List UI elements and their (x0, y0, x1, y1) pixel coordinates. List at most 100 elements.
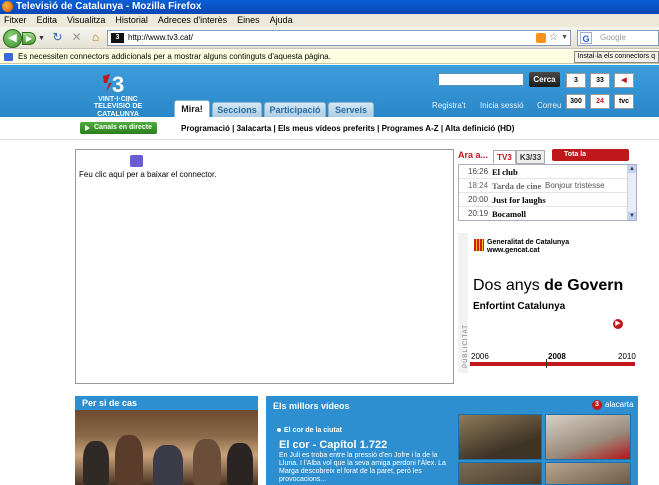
channel-24-label: 24 (596, 98, 604, 105)
ad-year-start: 2006 (471, 352, 489, 361)
menu-file[interactable]: Fitxer (4, 14, 27, 27)
channel-k3-label: ◀ (621, 77, 627, 84)
per-si-de-cas-image[interactable] (75, 410, 258, 485)
install-plugins-button[interactable]: Instal·la els connectors q (573, 51, 659, 63)
address-dropdown-icon[interactable]: ▼ (561, 31, 568, 45)
tab-serveis[interactable]: Serveis (328, 102, 374, 117)
site-search-input[interactable] (438, 73, 524, 86)
generalitat-logo-icon (474, 239, 484, 251)
video-kicker: El cor de la ciutat (277, 427, 342, 434)
scroll-down-icon[interactable]: ▼ (628, 212, 636, 220)
guide-row[interactable]: 18:24 Tarda de cine Bonjour tristesse (459, 179, 628, 193)
channel-300-label: 300 (570, 98, 582, 105)
login-link[interactable]: Inicia sessió (480, 101, 524, 110)
guide-row[interactable]: 20:19 Bocamoll (459, 207, 628, 220)
video-thumbnail[interactable] (545, 414, 631, 460)
menu-view[interactable]: Visualitza (67, 14, 105, 27)
ad-headline-light: Dos anys (473, 277, 540, 294)
tv3-logo-icon[interactable]: 3 (103, 72, 129, 94)
window-title: Televisió de Catalunya - Mozilla Firefox (16, 1, 202, 12)
ad-arrow-icon[interactable]: ▶ (613, 319, 623, 329)
scroll-up-icon[interactable]: ▲ (628, 165, 636, 173)
guide-program: Tarda de cine (492, 181, 542, 191)
ad-side-strip: PUBLICITAT (458, 233, 469, 373)
google-search-engine-icon[interactable]: G (580, 32, 592, 44)
live-channels-button[interactable]: Canals en directe (80, 122, 157, 134)
plugin-notification-bar: Es necessiten connectors addicionals per… (0, 50, 659, 64)
channel-33-label: 33 (596, 77, 604, 84)
ad-timeline (470, 359, 635, 368)
ad-year-mid: 2008 (548, 352, 566, 361)
guide-scrollbar[interactable]: ▲ ▼ (627, 165, 636, 220)
person-figure (83, 441, 109, 485)
video-thumbnail[interactable] (458, 462, 542, 485)
guide-row[interactable]: 20:00 Just for laughs (459, 193, 628, 207)
browser-search-input[interactable]: G Google (577, 30, 659, 46)
guide-time: 20:00 (468, 195, 489, 204)
menu-help[interactable]: Ajuda (270, 14, 293, 27)
ad-year-end: 2010 (618, 352, 636, 361)
rss-feed-icon[interactable] (536, 33, 546, 43)
person-figure (193, 439, 221, 485)
guide-subtitle: Bonjour tristesse (545, 181, 605, 190)
ad-headline-bold: de Govern (544, 277, 624, 294)
guide-program: Bocamoll (492, 209, 526, 219)
ad-label: PUBLICITAT (462, 324, 469, 368)
notification-message: Es necessiten connectors addicionals per… (18, 52, 331, 61)
channel-33-link[interactable]: 33 (590, 73, 610, 88)
forward-arrow-icon: ▶ (25, 34, 33, 43)
best-videos-heading: Els millors vídeos (273, 401, 350, 411)
address-bar[interactable]: 3 http://www.tv3.cat/ ☆ ▼ (107, 30, 571, 46)
back-arrow-icon: ◀ (8, 32, 17, 44)
forward-button[interactable]: ▶ (22, 32, 36, 45)
advertisement-banner[interactable]: PUBLICITAT Generalitat de Catalunya www.… (458, 233, 637, 373)
back-button[interactable]: ◀ (3, 29, 22, 48)
full-schedule-button[interactable]: Tota la programació (552, 149, 629, 170)
guide-tab-tv3[interactable]: TV3 (493, 150, 516, 164)
site-search-button[interactable]: Cerca (529, 72, 560, 87)
mail-link[interactable]: Correu (537, 101, 561, 110)
bookmark-star-icon[interactable]: ☆ (549, 31, 558, 45)
missing-plugin-icon[interactable] (130, 155, 143, 167)
channel-24-link[interactable]: 24 (590, 94, 610, 109)
stop-icon[interactable]: ✕ (69, 30, 84, 45)
home-icon[interactable]: ⌂ (88, 30, 103, 45)
tab-seccions[interactable]: Seccions (212, 102, 262, 117)
menu-edit[interactable]: Edita (37, 14, 58, 27)
guide-time: 20:19 (468, 209, 489, 218)
channel-k3-link[interactable]: ◀ (614, 73, 634, 88)
video-description: En Juli es troba entre la pressió d'en J… (279, 452, 446, 483)
menu-tools[interactable]: Eines (237, 14, 260, 27)
browser-search-placeholder: Google (600, 33, 626, 42)
menu-bookmarks[interactable]: Adreces d'interès (158, 14, 227, 27)
3alacarta-link[interactable]: alacarta (592, 400, 633, 410)
person-figure (153, 445, 183, 485)
subnav-links[interactable]: Programació | 3alacarta | Els meus vídeo… (181, 124, 514, 133)
tab-mira[interactable]: Mira! (174, 100, 210, 117)
guide-tab-k3-33[interactable]: K3/33 (516, 150, 545, 164)
channel-300-link[interactable]: 300 (566, 94, 586, 109)
per-si-de-cas-heading: Per si de cas (75, 396, 258, 410)
navigation-toolbar: ◀ ▶ ▼ ↻ ✕ ⌂ 3 http://www.tv3.cat/ ☆ ▼ G … (0, 27, 659, 49)
reload-icon[interactable]: ↻ (50, 30, 65, 45)
window-title-bar: Televisió de Catalunya - Mozilla Firefox (0, 0, 659, 14)
channel-tvc-label: tvc (618, 98, 630, 105)
history-dropdown-icon[interactable]: ▼ (38, 35, 45, 42)
video-thumbnail[interactable] (545, 462, 631, 485)
channel-tvc-link[interactable]: tvc (614, 94, 634, 109)
now-on-label: Ara a... (458, 150, 489, 160)
svg-text:3: 3 (112, 72, 124, 94)
guide-program: Just for laughs (492, 195, 546, 205)
address-bar-url: http://www.tv3.cat/ (128, 33, 193, 42)
video-plugin-placeholder[interactable]: Feu clic aquí per a baixar el connector. (75, 149, 454, 384)
plugin-download-message[interactable]: Feu clic aquí per a baixar el connector. (79, 170, 216, 179)
channel-tv3-link[interactable]: 3 (566, 73, 586, 88)
ad-org-name: Generalitat de Catalunya (487, 239, 570, 246)
menu-history[interactable]: Historial (115, 14, 148, 27)
guide-row[interactable]: 16:26 El club (459, 165, 628, 179)
video-thumbnail[interactable] (458, 414, 542, 460)
video-title[interactable]: El cor - Capítol 1.722 (279, 439, 387, 451)
register-link[interactable]: Registra't (432, 101, 466, 110)
site-favicon-icon: 3 (111, 33, 124, 43)
tab-participacio[interactable]: Participació (264, 102, 326, 117)
